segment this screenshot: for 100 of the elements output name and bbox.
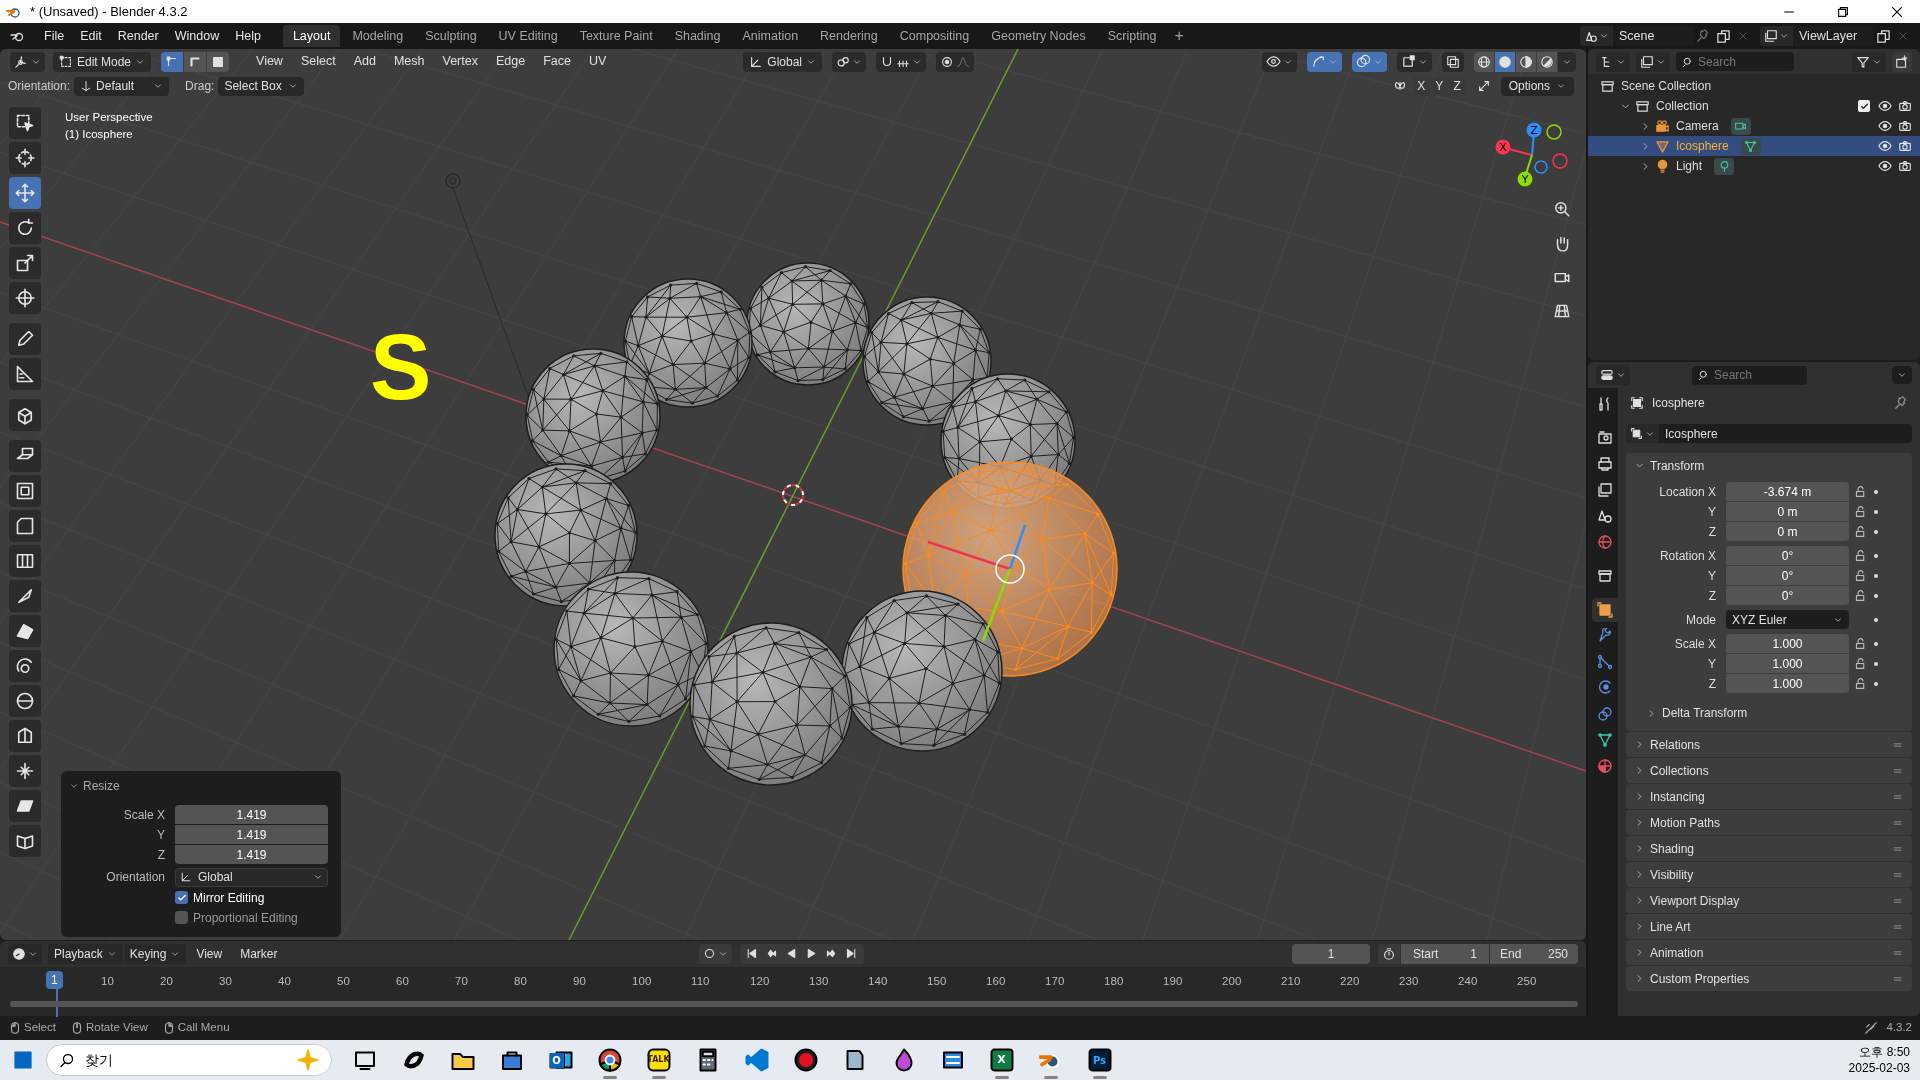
- mode-dropdown[interactable]: Edit Mode: [53, 51, 152, 72]
- workspace-tab[interactable]: Animation: [732, 25, 809, 47]
- menu-item[interactable]: Add: [344, 52, 385, 71]
- menu-item[interactable]: View: [247, 52, 292, 71]
- panel-header[interactable]: Collections: [1626, 758, 1912, 783]
- panel-header[interactable]: Line Art: [1626, 914, 1912, 939]
- frame-number: 20: [160, 973, 173, 989]
- menu-item[interactable]: Vertex: [433, 52, 487, 71]
- menu-item[interactable]: Marker: [231, 944, 287, 963]
- panel-header[interactable]: Viewport Display: [1626, 888, 1912, 913]
- menu-item[interactable]: Edge: [486, 52, 535, 71]
- number-field[interactable]: 1.000: [1726, 674, 1849, 693]
- menu-item[interactable]: UV: [579, 52, 616, 71]
- number-field[interactable]: 1.000: [1726, 654, 1849, 673]
- menu-item[interactable]: View: [187, 944, 232, 963]
- mode-dropdown[interactable]: XYZ Euler: [1726, 610, 1849, 629]
- taskbar-app-button[interactable]: X: [977, 1040, 1026, 1080]
- workspace-tab[interactable]: Texture Paint: [569, 25, 663, 47]
- menu-item[interactable]: File: [36, 26, 73, 46]
- menu-item[interactable]: Face: [534, 52, 580, 71]
- workspace-tab[interactable]: Geometry Nodes: [981, 25, 1096, 47]
- frame-number: 110: [691, 973, 710, 989]
- orientation-dropdown[interactable]: Global: [175, 867, 328, 887]
- start-frame-field[interactable]: Start 1: [1401, 943, 1489, 964]
- workspace-tab[interactable]: Sculpting: [415, 25, 487, 47]
- subpanel-header[interactable]: Delta Transform: [1626, 701, 1912, 725]
- current-frame-indicator[interactable]: 1: [46, 970, 63, 989]
- menu-dropdown[interactable]: Keying: [123, 943, 187, 964]
- panel-header[interactable]: Visibility: [1626, 862, 1912, 887]
- number-field[interactable]: 1.419: [175, 845, 328, 864]
- menu-item[interactable]: Edit: [72, 26, 110, 46]
- search-field[interactable]: Search: [1676, 52, 1794, 71]
- number-field[interactable]: 1.419: [175, 825, 328, 844]
- field-label: Z: [156, 846, 166, 864]
- menu-dropdown[interactable]: Playback: [48, 943, 123, 964]
- object-name: Icosphere: [1652, 395, 1705, 412]
- menu-item[interactable]: Mesh: [384, 52, 434, 71]
- drag-dropdown[interactable]: Select Box: [218, 76, 304, 96]
- workspace-tab[interactable]: UV Editing: [488, 25, 568, 47]
- number-field[interactable]: -3.674 m: [1726, 482, 1849, 501]
- frame-number: 80: [514, 973, 527, 989]
- frame-number: 50: [337, 973, 350, 989]
- panel-header[interactable]: Shading: [1626, 836, 1912, 861]
- taskbar-app-button[interactable]: Ps: [1075, 1040, 1124, 1080]
- workspace-tab[interactable]: Shading: [664, 25, 731, 47]
- outliner-row[interactable]: Collection: [1588, 96, 1920, 116]
- view-layer-field[interactable]: ViewLayer: [1793, 26, 1873, 46]
- outliner-row[interactable]: Light: [1588, 156, 1920, 176]
- frame-number: 250: [1517, 973, 1537, 989]
- number-field[interactable]: 0 m: [1726, 502, 1849, 521]
- version-text: 4.3.2: [1886, 1020, 1912, 1036]
- field-label: Scale X: [122, 806, 166, 824]
- number-field[interactable]: 0°: [1726, 546, 1849, 565]
- frame-number: 200: [1222, 973, 1242, 989]
- outliner-row[interactable]: Icosphere: [1588, 136, 1920, 156]
- workspace-tab[interactable]: Layout: [282, 25, 341, 47]
- field-label: Orientation: [105, 869, 166, 886]
- frame-number: 210: [1281, 973, 1301, 989]
- panel-header[interactable]: Motion Paths: [1626, 810, 1912, 835]
- taskbar-app-button[interactable]: O: [536, 1040, 585, 1080]
- menu-item[interactable]: Select: [291, 52, 345, 71]
- status-hint: Call Menu: [177, 1020, 230, 1036]
- field-label: Mode: [1684, 611, 1717, 629]
- orientation-dropdown[interactable]: Global: [743, 51, 822, 72]
- orientation-dropdown[interactable]: Default: [74, 76, 170, 96]
- workspace-tab[interactable]: Rendering: [810, 25, 888, 47]
- panel-header[interactable]: Transform: [1626, 453, 1912, 478]
- outliner-row[interactable]: Camera: [1588, 116, 1920, 136]
- panel-header[interactable]: Relations: [1626, 732, 1912, 757]
- panel-title[interactable]: Resize: [83, 777, 120, 795]
- search-field[interactable]: Search: [1692, 365, 1807, 385]
- scene-field[interactable]: Scene: [1613, 26, 1693, 46]
- number-field[interactable]: 0°: [1726, 586, 1849, 605]
- panel-header[interactable]: Animation: [1626, 940, 1912, 965]
- frame-number: 60: [396, 973, 409, 989]
- number-field[interactable]: 1.419: [175, 805, 328, 824]
- workspace-tab[interactable]: Modeling: [342, 25, 414, 47]
- frame-number: 120: [750, 973, 770, 989]
- number-field[interactable]: 1.000: [1726, 634, 1849, 653]
- search-field[interactable]: 찾기: [46, 1044, 332, 1076]
- frame-number: 170: [1045, 973, 1065, 989]
- end-frame-field[interactable]: End 250: [1490, 943, 1578, 964]
- options-dropdown[interactable]: Options: [1500, 76, 1574, 96]
- workspace-tab[interactable]: Compositing: [889, 25, 980, 47]
- frame-number: 70: [455, 973, 468, 989]
- menu-item[interactable]: Window: [166, 26, 228, 46]
- panel-header[interactable]: Instancing: [1626, 784, 1912, 809]
- outliner-row[interactable]: Scene Collection: [1588, 76, 1920, 96]
- field-label: Y: [1707, 503, 1717, 521]
- navigation-gizmo[interactable]: X Y Z: [1495, 122, 1568, 187]
- number-field[interactable]: 0°: [1726, 566, 1849, 585]
- add-workspace-button[interactable]: +: [1174, 24, 1184, 48]
- menu-item[interactable]: Render: [109, 26, 167, 46]
- menu-item[interactable]: Help: [227, 26, 269, 46]
- frame-number: 130: [809, 973, 829, 989]
- panel-header[interactable]: Custom Properties: [1626, 966, 1912, 991]
- workspace-tab[interactable]: Scripting: [1097, 25, 1167, 47]
- current-frame-field[interactable]: 1: [1292, 943, 1370, 964]
- number-field[interactable]: 0 m: [1726, 522, 1849, 541]
- frame-number: 40: [278, 973, 291, 989]
